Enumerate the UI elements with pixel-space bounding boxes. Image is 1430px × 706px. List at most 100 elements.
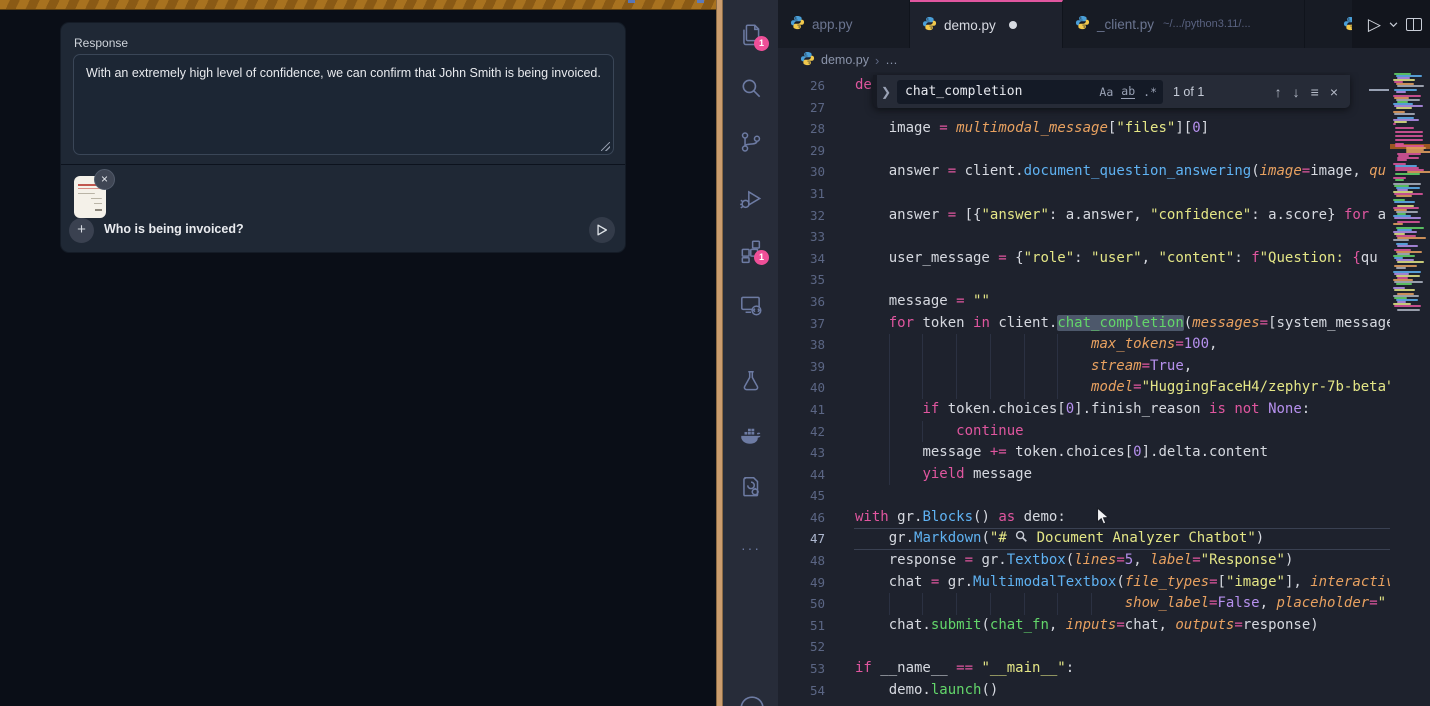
chat-input-text[interactable]: Who is being invoiced? bbox=[104, 222, 244, 236]
code-line[interactable]: 44 yield message bbox=[778, 464, 1390, 486]
code-text: if __name__ == "__main__": bbox=[855, 658, 1074, 680]
remove-attachment-button[interactable]: × bbox=[94, 169, 115, 190]
code-text: continue bbox=[855, 421, 1024, 443]
code-editor[interactable]: 26def2728 image = multimodal_message["fi… bbox=[778, 72, 1390, 706]
tools-file-icon[interactable] bbox=[738, 474, 764, 500]
find-previous-icon[interactable]: ↑ bbox=[1275, 84, 1282, 100]
code-text: message += token.choices[0].delta.conten… bbox=[855, 442, 1268, 464]
code-text: chat.submit(chat_fn, inputs=chat, output… bbox=[855, 615, 1319, 637]
code-line[interactable]: 52 bbox=[778, 636, 1390, 658]
code-line[interactable]: 37 for token in client.chat_completion(m… bbox=[778, 313, 1390, 335]
code-line[interactable]: 33 bbox=[778, 226, 1390, 248]
source-control-icon[interactable] bbox=[738, 129, 764, 155]
tab-app-py[interactable]: app.py bbox=[778, 0, 910, 48]
indent-guide bbox=[922, 356, 923, 378]
code-line[interactable]: 45 bbox=[778, 485, 1390, 507]
line-number: 47 bbox=[778, 528, 825, 550]
minimap-line bbox=[1395, 127, 1415, 129]
code-line[interactable]: 54 demo.launch() bbox=[778, 680, 1390, 702]
run-debug-icon[interactable] bbox=[738, 186, 764, 212]
match-case-icon[interactable]: Aa bbox=[1099, 85, 1113, 99]
docker-icon[interactable] bbox=[738, 422, 764, 448]
multimodal-input-row: + Who is being invoiced? bbox=[61, 216, 625, 254]
more-actions-icon[interactable]: ··· bbox=[738, 540, 764, 556]
find-in-selection-icon[interactable]: ≡ bbox=[1311, 84, 1319, 100]
code-line[interactable]: 32 answer = [{"answer": a.answer, "confi… bbox=[778, 205, 1390, 227]
minimap-line bbox=[1396, 267, 1406, 269]
code-line[interactable]: 39 stream=True, bbox=[778, 356, 1390, 378]
code-line[interactable]: 42 continue bbox=[778, 421, 1390, 443]
code-text: for token in client.chat_completion(mess… bbox=[855, 313, 1390, 335]
minimap-line bbox=[1395, 135, 1423, 137]
code-line[interactable]: 31 bbox=[778, 183, 1390, 205]
minimap-line bbox=[1396, 107, 1412, 109]
line-number: 35 bbox=[778, 269, 825, 291]
code-line[interactable]: 29 bbox=[778, 140, 1390, 162]
code-line[interactable]: 48 response = gr.Textbox(lines=5, label=… bbox=[778, 550, 1390, 572]
code-line[interactable]: 53if __name__ == "__main__": bbox=[778, 658, 1390, 680]
send-button[interactable] bbox=[589, 217, 615, 243]
tab-demo-py[interactable]: demo.py bbox=[910, 0, 1063, 48]
window-divider-sash[interactable] bbox=[716, 0, 723, 706]
find-next-icon[interactable]: ↓ bbox=[1293, 84, 1300, 100]
code-line[interactable]: 51 chat.submit(chat_fn, inputs=chat, out… bbox=[778, 615, 1390, 637]
remote-explorer-icon[interactable] bbox=[738, 292, 764, 318]
code-line[interactable]: 47 gr.Markdown("# Document Analyzer Chat… bbox=[778, 528, 1390, 550]
line-number: 51 bbox=[778, 615, 825, 637]
code-line[interactable]: 40 model="HuggingFaceH4/zephyr-7b-beta" bbox=[778, 377, 1390, 399]
resize-grip-icon[interactable] bbox=[601, 142, 610, 151]
tab-client-py[interactable]: _client.py ~/.../python3.11/... bbox=[1063, 0, 1305, 48]
breadcrumb[interactable]: demo.py › … bbox=[778, 48, 1430, 72]
indent-guide bbox=[922, 421, 923, 443]
indent-guide bbox=[889, 334, 890, 356]
line-number: 29 bbox=[778, 140, 825, 162]
find-query-text[interactable]: chat_completion bbox=[905, 84, 1091, 99]
find-match-count: 1 of 1 bbox=[1173, 85, 1204, 99]
code-line[interactable]: 30 answer = client.document_question_ans… bbox=[778, 161, 1390, 183]
extensions-icon[interactable]: 1 bbox=[738, 238, 764, 264]
search-icon[interactable] bbox=[738, 75, 764, 101]
code-line[interactable]: 35 bbox=[778, 269, 1390, 291]
breadcrumb-more[interactable]: … bbox=[885, 53, 898, 67]
magnifier-emoji-icon bbox=[1015, 530, 1028, 543]
code-line[interactable]: 38 max_tokens=100, bbox=[778, 334, 1390, 356]
minimap-line bbox=[1397, 309, 1420, 311]
code-line[interactable]: 43 message += token.choices[0].delta.con… bbox=[778, 442, 1390, 464]
run-options-chevron-icon[interactable] bbox=[1389, 15, 1398, 33]
find-input[interactable]: chat_completion Aa ab .* bbox=[897, 80, 1163, 104]
minimap-line bbox=[1394, 113, 1415, 115]
add-file-button[interactable]: + bbox=[69, 218, 94, 243]
indent-guide bbox=[1024, 377, 1025, 399]
modified-dot-icon[interactable] bbox=[1009, 21, 1017, 29]
indent-guide bbox=[889, 593, 890, 615]
code-line[interactable]: 49 chat = gr.MultimodalTextbox(file_type… bbox=[778, 572, 1390, 594]
find-expand-chevron-icon[interactable]: ❯ bbox=[877, 85, 895, 99]
indent-guide bbox=[956, 356, 957, 378]
code-line[interactable]: 41 if token.choices[0].finish_reason is … bbox=[778, 399, 1390, 421]
indent-guide bbox=[889, 377, 890, 399]
split-editor-icon[interactable] bbox=[1406, 18, 1422, 31]
response-textbox[interactable]: With an extremely high level of confiden… bbox=[73, 54, 614, 155]
run-python-file-button[interactable]: ▷ bbox=[1368, 16, 1381, 33]
whole-word-icon[interactable]: ab bbox=[1121, 84, 1135, 99]
code-line[interactable]: 36 message = "" bbox=[778, 291, 1390, 313]
indent-guide bbox=[889, 442, 890, 464]
vscode-window: 1 1 bbox=[723, 0, 1430, 706]
explorer-icon[interactable]: 1 bbox=[738, 22, 764, 48]
code-line[interactable]: 50 show_label=False, placeholder=" bbox=[778, 593, 1390, 615]
test-beaker-icon[interactable] bbox=[738, 368, 764, 394]
breadcrumb-file[interactable]: demo.py bbox=[821, 53, 869, 67]
indent-guide bbox=[990, 334, 991, 356]
code-line[interactable]: 46with gr.Blocks() as demo: bbox=[778, 507, 1390, 529]
line-number: 33 bbox=[778, 226, 825, 248]
account-icon[interactable] bbox=[738, 695, 764, 706]
code-line[interactable]: 34 user_message = {"role": "user", "cont… bbox=[778, 248, 1390, 270]
code-line[interactable]: 28 image = multimodal_message["files"][0… bbox=[778, 118, 1390, 140]
minimap-line bbox=[1397, 159, 1408, 161]
line-number: 39 bbox=[778, 356, 825, 378]
code-text: user_message = {"role": "user", "content… bbox=[855, 248, 1378, 270]
find-close-icon[interactable]: × bbox=[1330, 84, 1338, 100]
minimap[interactable] bbox=[1390, 72, 1430, 706]
regex-icon[interactable]: .* bbox=[1143, 85, 1157, 99]
code-line[interactable]: 55 bbox=[778, 701, 1390, 706]
